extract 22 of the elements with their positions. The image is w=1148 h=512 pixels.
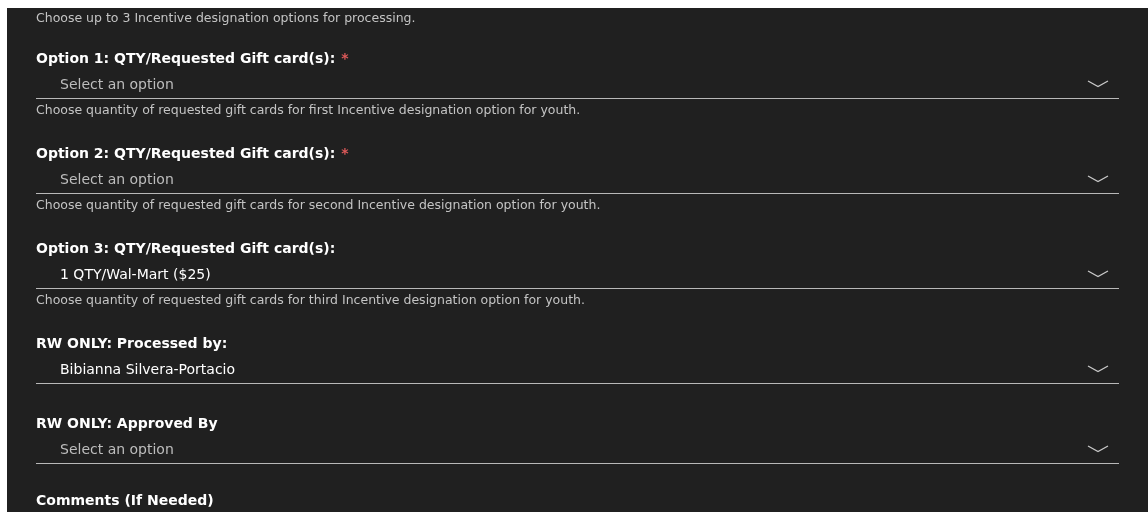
required-mark: *	[341, 143, 349, 163]
chevron-down-icon	[1087, 445, 1109, 453]
field-label: Comments (If Needed)	[36, 490, 214, 510]
field-label: Option 2: QTY/Requested Gift card(s):	[36, 143, 336, 163]
field-hint: Choose quantity of requested gift cards for second Incentive designation option for youth.	[36, 195, 601, 214]
field-label: RW ONLY: Processed by:	[36, 333, 228, 353]
required-mark: *	[341, 48, 349, 68]
field-hint: Choose quantity of requested gift cards for third Incentive designation option for youth.	[36, 290, 585, 309]
chevron-down-icon	[1087, 175, 1109, 183]
chevron-down-icon	[1087, 270, 1109, 278]
dropdown-select[interactable]: 1 QTY/Wal-Mart ($25)	[36, 260, 1119, 289]
dropdown-select[interactable]: Bibianna Silvera-Portacio	[36, 355, 1119, 384]
intro-text: Choose up to 3 Incentive designation options for processing.	[36, 9, 416, 27]
dropdown-select[interactable]: Select an option	[36, 70, 1119, 99]
field-label: RW ONLY: Approved By	[36, 413, 218, 433]
field-label: Option 1: QTY/Requested Gift card(s):	[36, 48, 336, 68]
chevron-down-icon	[1087, 365, 1109, 373]
field-hint: Choose quantity of requested gift cards for first Incentive designation option for youth.	[36, 100, 581, 119]
dropdown-select[interactable]: Select an option	[36, 165, 1119, 194]
dropdown-select[interactable]: Select an option	[36, 435, 1119, 464]
field-label: Option 3: QTY/Requested Gift card(s):	[36, 238, 336, 258]
chevron-down-icon	[1087, 80, 1109, 88]
